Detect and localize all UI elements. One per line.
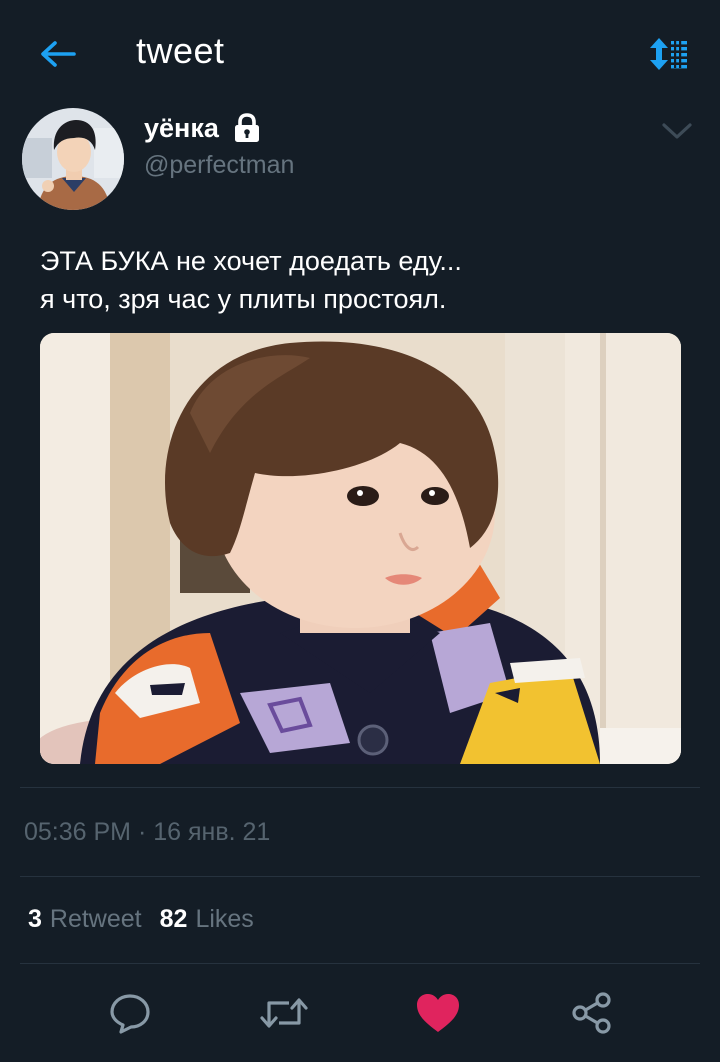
- lock-icon: [235, 113, 259, 142]
- reply-button[interactable]: [104, 988, 156, 1038]
- avatar[interactable]: [22, 108, 124, 210]
- sort-updown-icon: [650, 38, 687, 70]
- like-heart-icon: [417, 994, 459, 1032]
- chevron-down-icon[interactable]: [660, 120, 694, 142]
- sort-button[interactable]: [646, 34, 690, 74]
- share-button[interactable]: [566, 988, 618, 1038]
- author-display-name[interactable]: уёнка: [144, 113, 219, 144]
- retweet-button[interactable]: [258, 988, 310, 1038]
- tweet-actions: [0, 980, 720, 1050]
- reply-icon: [110, 994, 150, 1034]
- top-bar: tweet: [0, 0, 720, 104]
- likes-label[interactable]: Likes: [195, 905, 253, 934]
- divider: [20, 787, 700, 788]
- retweet-icon: [260, 998, 308, 1028]
- like-button[interactable]: [412, 988, 464, 1038]
- retweets-count[interactable]: 3: [28, 905, 42, 934]
- page-title: tweet: [136, 30, 225, 71]
- divider: [20, 876, 700, 877]
- arrow-left-icon: [41, 41, 76, 67]
- retweets-label[interactable]: Retweet: [50, 905, 142, 934]
- divider: [20, 963, 700, 964]
- author-handle[interactable]: @perfectman: [144, 151, 294, 180]
- tweet-photo[interactable]: [40, 333, 681, 764]
- tweet-timestamp: 05:36 PM · 16 янв. 21: [24, 818, 271, 846]
- back-button[interactable]: [36, 34, 80, 74]
- likes-count[interactable]: 82: [160, 905, 188, 934]
- tweet-text: ЭТА БУКА не хочет доедать еду... я что, …: [40, 242, 680, 318]
- tweet-stats: 3 Retweet 82 Likes: [28, 905, 272, 934]
- tweet-text-line: я что, зря час у плиты простоял.: [40, 284, 447, 314]
- share-icon: [572, 992, 611, 1034]
- tweet-text-line: ЭТА БУКА не хочет доедать еду...: [40, 246, 462, 276]
